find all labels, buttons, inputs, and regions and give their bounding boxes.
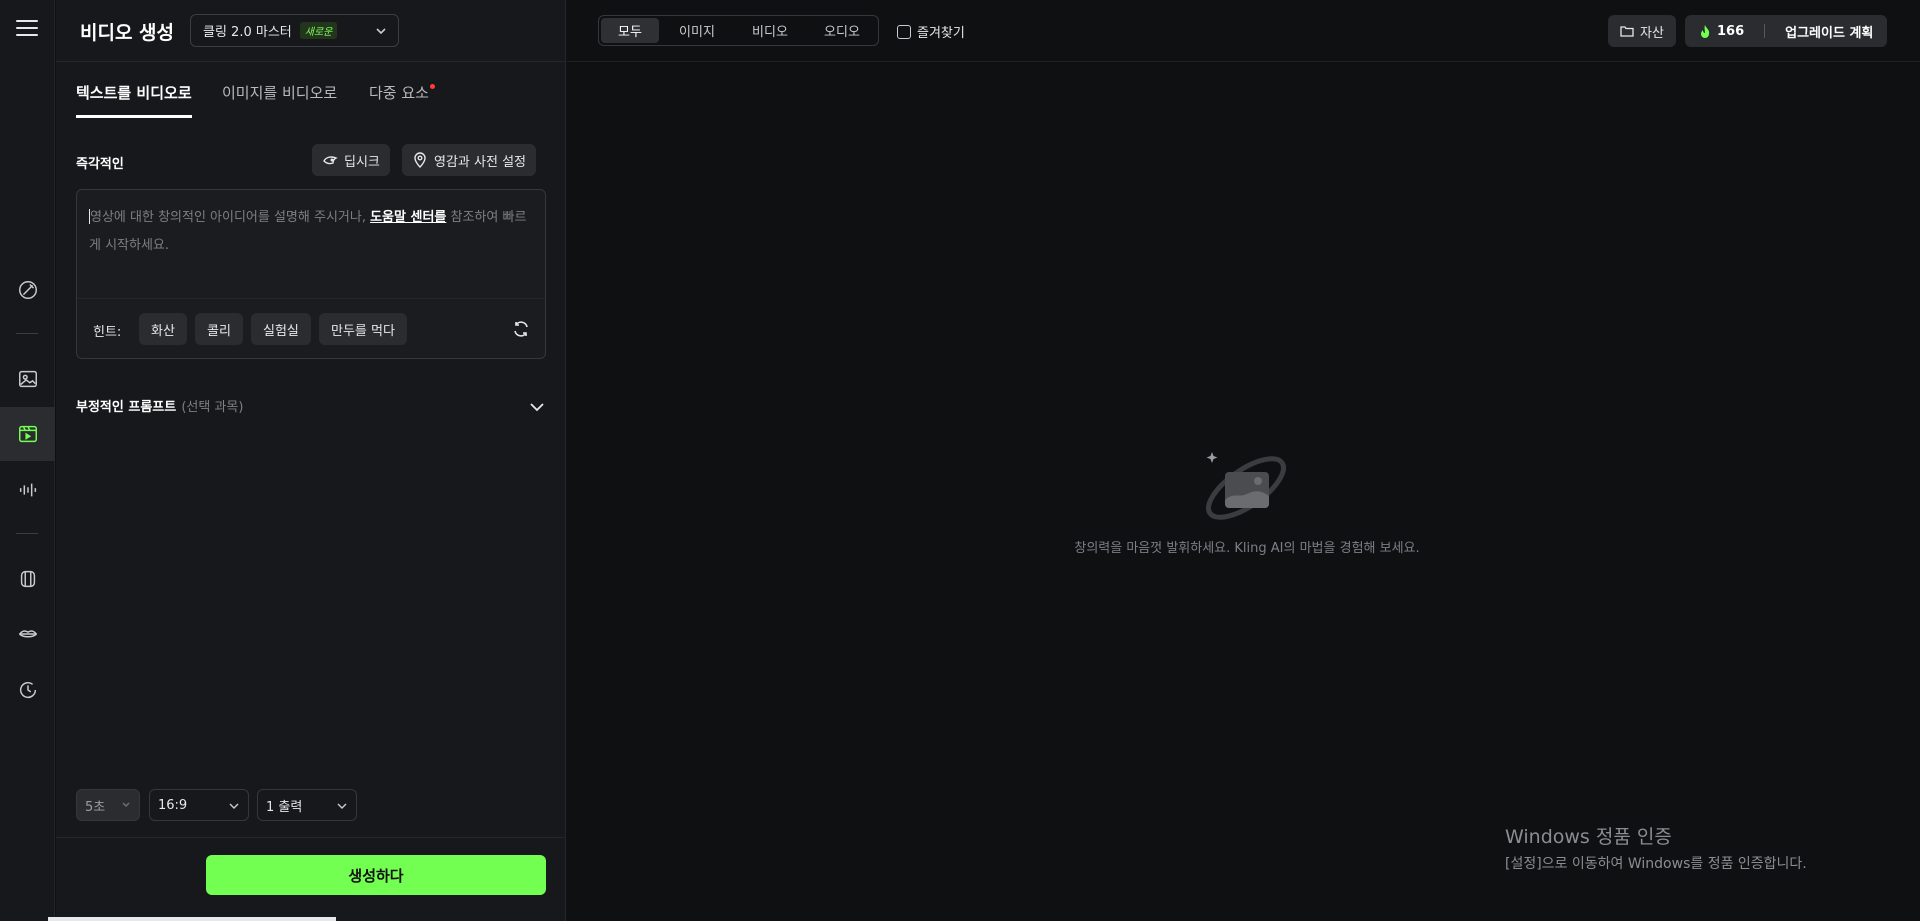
aspect-ratio-select[interactable]: 16:9 bbox=[149, 789, 249, 821]
outputs-select[interactable]: 1 출력 bbox=[257, 789, 357, 821]
side-rail bbox=[0, 0, 55, 921]
location-pin-icon bbox=[414, 152, 426, 168]
chevron-down-icon bbox=[530, 403, 544, 412]
assets-button[interactable]: 자산 bbox=[1608, 15, 1676, 47]
hint-row: 힌트: 화산 콜리 실험실 만두를 먹다 bbox=[77, 298, 545, 358]
assets-label: 자산 bbox=[1640, 25, 1664, 41]
credits-icon bbox=[1701, 25, 1710, 38]
model-name: 클링 2.0 마스터 bbox=[203, 25, 292, 40]
chevron-down-icon bbox=[376, 28, 386, 35]
checkbox-icon[interactable] bbox=[897, 24, 911, 39]
chevron-down-icon bbox=[122, 802, 130, 807]
plan-button[interactable]: 166 업그레이드 계획 bbox=[1685, 15, 1887, 47]
hint-chip[interactable]: 실험실 bbox=[251, 313, 311, 345]
folder-icon bbox=[1620, 26, 1634, 37]
duration-select[interactable]: 5초 bbox=[76, 789, 140, 821]
panel-header: 비디오 생성 클링 2.0 마스터 새로운 bbox=[56, 0, 566, 62]
filter-image[interactable]: 이미지 bbox=[661, 18, 733, 43]
tab-text-to-video[interactable]: 텍스트를 비디오로 bbox=[76, 82, 192, 118]
generate-button[interactable]: 생성하다 bbox=[206, 855, 546, 895]
hint-chip[interactable]: 만두를 먹다 bbox=[319, 313, 407, 345]
image-icon[interactable] bbox=[0, 352, 55, 406]
lips-icon[interactable] bbox=[0, 607, 55, 661]
taskbar-edge bbox=[48, 917, 336, 921]
prompt-input[interactable]: 영상에 대한 창의적인 아이디어를 설명해 주시거나, 도움말 센터를 참조하여… bbox=[76, 189, 546, 359]
favorites-checkbox[interactable]: 즐겨찾기 bbox=[897, 22, 965, 41]
hint-chip[interactable]: 콜리 bbox=[195, 313, 243, 345]
tab-multi-elements[interactable]: 다중 요소 bbox=[369, 82, 435, 115]
deepseek-label: 딥시크 bbox=[344, 154, 380, 170]
prompt-placeholder[interactable]: 영상에 대한 창의적인 아이디어를 설명해 주시거나, 도움말 센터를 참조하여… bbox=[89, 204, 535, 260]
filter-all[interactable]: 모두 bbox=[601, 18, 659, 43]
generate-bar: 생성하다 bbox=[56, 837, 566, 921]
audio-icon[interactable] bbox=[0, 463, 55, 517]
help-center-link[interactable]: 도움말 센터를 bbox=[370, 210, 446, 225]
hint-label: 힌트: bbox=[93, 325, 122, 340]
aspect-ratio-value: 16:9 bbox=[158, 797, 188, 813]
refresh-icon[interactable] bbox=[511, 319, 531, 339]
prompt-label: 즉각적인 bbox=[76, 157, 124, 172]
page-title: 비디오 생성 bbox=[80, 22, 175, 44]
empty-state-image-icon bbox=[1206, 452, 1286, 520]
presets-button[interactable]: 영감과 사전 설정 bbox=[402, 144, 536, 176]
upgrade-label[interactable]: 업그레이드 계획 bbox=[1785, 22, 1873, 41]
video-icon[interactable] bbox=[0, 407, 55, 461]
filter-audio[interactable]: 오디오 bbox=[807, 18, 877, 43]
windows-activation-watermark: Windows 정품 인증 [설정]으로 이동하여 Windows를 정품 인증… bbox=[1505, 822, 1807, 873]
presets-label: 영감과 사전 설정 bbox=[434, 154, 526, 170]
tab-image-to-video[interactable]: 이미지를 비디오로 bbox=[222, 82, 337, 115]
new-dot bbox=[429, 84, 435, 89]
negative-prompt-optional: (선택 과목) bbox=[181, 400, 244, 415]
negative-prompt-toggle[interactable]: 부정적인 프롬프트 (선택 과목) bbox=[76, 396, 546, 418]
menu-icon[interactable] bbox=[16, 20, 38, 38]
watermark-title: Windows 정품 인증 bbox=[1505, 826, 1672, 848]
credits-value: 166 bbox=[1717, 23, 1745, 39]
tab-label: 다중 요소 bbox=[369, 84, 429, 102]
chevron-down-icon bbox=[337, 803, 347, 809]
outputs-value: 1 출력 bbox=[266, 799, 303, 815]
mode-tabs: 텍스트를 비디오로 이미지를 비디오로 다중 요소 bbox=[76, 82, 546, 118]
negative-prompt-title: 부정적인 프롬프트 bbox=[76, 400, 177, 415]
placeholder-prefix: 영상에 대한 창의적인 아이디어를 설명해 주시거나, bbox=[90, 210, 371, 225]
history-icon[interactable] bbox=[0, 663, 55, 717]
empty-state-text: 창의력을 마음껏 발휘하세요. Kling AI의 마법을 경험해 보세요. bbox=[1074, 541, 1420, 556]
deepseek-icon bbox=[323, 156, 338, 165]
wand-icon[interactable] bbox=[0, 263, 55, 317]
filter-video[interactable]: 비디오 bbox=[735, 18, 805, 43]
favorites-label: 즐겨찾기 bbox=[917, 26, 965, 41]
model-selector[interactable]: 클링 2.0 마스터 새로운 bbox=[190, 14, 399, 47]
results-header: 모두 이미지 비디오 오디오 즐겨찾기 자산 166 업그레이드 계획 bbox=[567, 0, 1920, 62]
avatar-icon[interactable] bbox=[0, 552, 55, 606]
deepseek-button[interactable]: 딥시크 bbox=[312, 144, 390, 176]
duration-value: 5초 bbox=[85, 799, 106, 815]
creation-panel: 비디오 생성 클링 2.0 마스터 새로운 텍스트를 비디오로 이미지를 비디오… bbox=[56, 0, 566, 921]
media-filter: 모두 이미지 비디오 오디오 bbox=[598, 15, 879, 46]
hint-chip[interactable]: 화산 bbox=[139, 313, 187, 345]
watermark-subtitle: [설정]으로 이동하여 Windows를 정품 인증합니다. bbox=[1505, 856, 1807, 872]
chevron-down-icon bbox=[229, 803, 239, 809]
divider bbox=[1764, 24, 1766, 38]
new-badge: 새로운 bbox=[299, 22, 338, 39]
